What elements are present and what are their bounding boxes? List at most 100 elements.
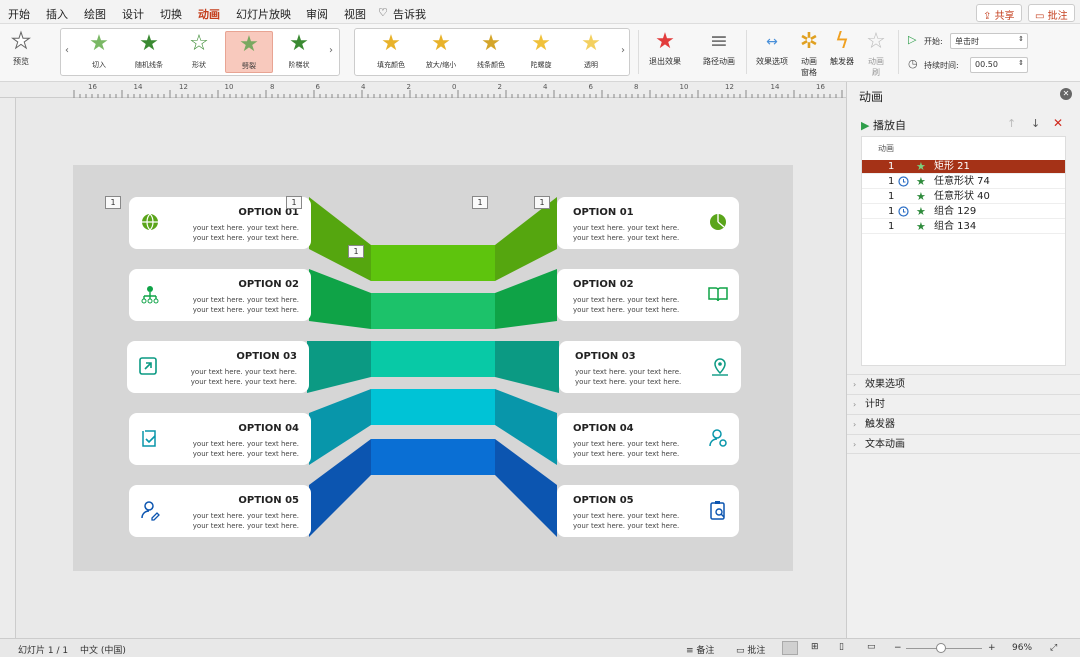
ruler-label: 4	[543, 83, 548, 91]
effect-fly-in[interactable]: ★ 切入	[75, 31, 123, 73]
section-effect-options[interactable]: › 效果选项	[847, 374, 1080, 394]
animation-item[interactable]: 1 ★ 任意形状 74	[862, 175, 1065, 189]
chevron-right-icon: ›	[853, 400, 857, 409]
animation-item[interactable]: 1 ★ 任意形状 40	[862, 190, 1065, 204]
notes-button[interactable]: ≡ 备注	[686, 643, 714, 656]
animation-item[interactable]: 1 ★ 矩形 21	[862, 160, 1065, 174]
move-up-icon[interactable]: ↑	[1007, 117, 1016, 130]
animation-badge[interactable]: 1	[472, 196, 488, 209]
duration-field[interactable]: 00.50 ⇕	[970, 57, 1028, 73]
normal-view-button[interactable]	[782, 641, 798, 655]
delete-icon[interactable]: ✕	[1053, 116, 1063, 130]
effect-random-bars[interactable]: ★ 随机线条	[125, 31, 173, 73]
menu-insert[interactable]: 插入	[46, 6, 68, 22]
effect-grow-shrink[interactable]: ★ 放大/缩小	[417, 31, 465, 73]
effect-fill-color[interactable]: ★ 填充颜色	[367, 31, 415, 73]
star-icon: ★	[581, 31, 601, 56]
zoom-slider-handle[interactable]	[936, 643, 946, 653]
right-option-card-5[interactable]: OPTION 05 your text here. your text here…	[557, 485, 739, 537]
zoom-in-icon[interactable]: +	[988, 643, 996, 653]
animation-badge[interactable]: 1	[534, 196, 550, 209]
start-select[interactable]: 单击时 ⇕	[950, 33, 1028, 49]
tell-me[interactable]: 告诉我	[393, 6, 426, 22]
menu-slideshow[interactable]: 幻灯片放映	[236, 6, 291, 22]
org-chart-icon	[141, 286, 159, 304]
slideshow-view-icon[interactable]: ▭	[866, 641, 882, 655]
trigger-button[interactable]: ϟ 触发器	[824, 28, 860, 67]
comments-button[interactable]: ▭ 批注	[736, 643, 765, 656]
option-title: OPTION 04	[573, 423, 634, 434]
effect-line-color[interactable]: ★ 线条颜色	[467, 31, 515, 73]
menu-transitions[interactable]: 切换	[160, 6, 182, 22]
animation-badge[interactable]: 1	[348, 245, 364, 258]
move-down-icon[interactable]: ↓	[1031, 117, 1040, 130]
close-icon[interactable]: ✕	[1060, 88, 1072, 100]
preview-button[interactable]: ★ 预览	[2, 28, 40, 67]
left-option-card-2[interactable]: OPTION 02 your text here. your text here…	[129, 269, 311, 321]
pane-title: 动画	[859, 90, 884, 104]
slide[interactable]: OPTION 01 your text here. your text here…	[73, 165, 793, 571]
globe-icon	[142, 213, 158, 231]
ruler-label: 16	[816, 83, 825, 91]
fit-to-window-icon[interactable]: ⤢	[1050, 643, 1057, 653]
left-option-card-4[interactable]: OPTION 04 your text here. your text here…	[129, 413, 311, 465]
play-icon: ▶	[861, 119, 870, 132]
sorter-view-icon[interactable]: ⊞	[810, 641, 826, 655]
right-option-card-1[interactable]: OPTION 01 your text here. your text here…	[557, 197, 739, 249]
language-status[interactable]: 中文 (中国)	[80, 643, 126, 656]
left-option-card-1[interactable]: OPTION 01 your text here. your text here…	[129, 197, 311, 249]
left-option-card-3[interactable]: OPTION 03 your text here. your text here…	[127, 341, 309, 393]
zoom-out-icon[interactable]: −	[894, 643, 902, 653]
checklist-icon	[142, 430, 156, 447]
clipboard-search-icon	[710, 501, 725, 520]
band-right-3	[495, 341, 559, 393]
menu-animations[interactable]: 动画	[198, 6, 220, 27]
comment-button[interactable]: ▭ 批注	[1028, 4, 1075, 22]
effect-stairs[interactable]: ★ 阶梯状	[275, 31, 323, 73]
play-from-button[interactable]: ▶ 播放自	[861, 117, 906, 133]
gallery-next-icon[interactable]: ›	[621, 45, 625, 56]
reading-view-icon[interactable]: ▯	[838, 641, 854, 655]
user-settings-icon	[709, 429, 727, 447]
motion-path-button[interactable]: ≡ 路径动画	[698, 28, 740, 67]
menu-review[interactable]: 审阅	[306, 6, 328, 22]
section-timing[interactable]: › 计时	[847, 394, 1080, 414]
menu-draw[interactable]: 绘图	[84, 6, 106, 22]
option-title: OPTION 03	[575, 351, 636, 362]
option-title: OPTION 03	[236, 351, 297, 362]
effect-options-button[interactable]: ↔ 效果选项	[752, 28, 792, 67]
animation-item[interactable]: 1 ★ 组合 134	[862, 220, 1065, 234]
right-option-card-2[interactable]: OPTION 02 your text here. your text here…	[557, 269, 739, 321]
right-option-card-4[interactable]: OPTION 04 your text here. your text here…	[557, 413, 739, 465]
menu-home[interactable]: 开始	[8, 6, 30, 22]
animation-badge[interactable]: 1	[286, 196, 302, 209]
arrows-icon: ↔	[766, 34, 778, 50]
exit-effects-button[interactable]: ★ 退出效果	[644, 28, 686, 67]
section-text-animation[interactable]: › 文本动画	[847, 434, 1080, 454]
animation-pane-button[interactable]: ✲ 动画窗格	[794, 28, 824, 78]
zoom-level[interactable]: 96%	[1012, 643, 1032, 653]
effect-shape[interactable]: ☆ 形状	[175, 31, 223, 73]
left-option-card-5[interactable]: OPTION 05 your text here. your text here…	[129, 485, 311, 537]
effect-spin[interactable]: ★ 陀螺旋	[517, 31, 565, 73]
ruler-label: 8	[270, 83, 275, 91]
gallery-next-icon[interactable]: ›	[329, 45, 333, 56]
animation-painter-button[interactable]: ☆ 动画刷	[860, 28, 892, 78]
effect-split[interactable]: ★ 劈裂	[225, 31, 273, 73]
animation-badge[interactable]: 1	[105, 196, 121, 209]
band-left-1	[309, 197, 371, 281]
chevron-right-icon: ›	[853, 440, 857, 449]
menu-design[interactable]: 设计	[122, 6, 144, 22]
separator	[898, 30, 899, 74]
animation-item[interactable]: 1 ★ 组合 129	[862, 205, 1065, 219]
entrance-effects-gallery: ‹ ★ 切入 ★ 随机线条 ☆ 形状 ★ 劈裂 ★ 阶梯状 ›	[60, 28, 340, 76]
section-triggers[interactable]: › 触发器	[847, 414, 1080, 434]
star-icon: ★	[139, 31, 159, 56]
share-button[interactable]: ⇪ 共享	[976, 4, 1022, 22]
effect-transparency[interactable]: ★ 透明	[567, 31, 615, 73]
comment-icon: ▭	[736, 646, 748, 656]
gallery-prev-icon[interactable]: ‹	[65, 45, 69, 56]
right-option-card-3[interactable]: OPTION 03 your text here. your text here…	[559, 341, 741, 393]
option-title: OPTION 02	[238, 279, 299, 290]
menu-view[interactable]: 视图	[344, 6, 366, 22]
